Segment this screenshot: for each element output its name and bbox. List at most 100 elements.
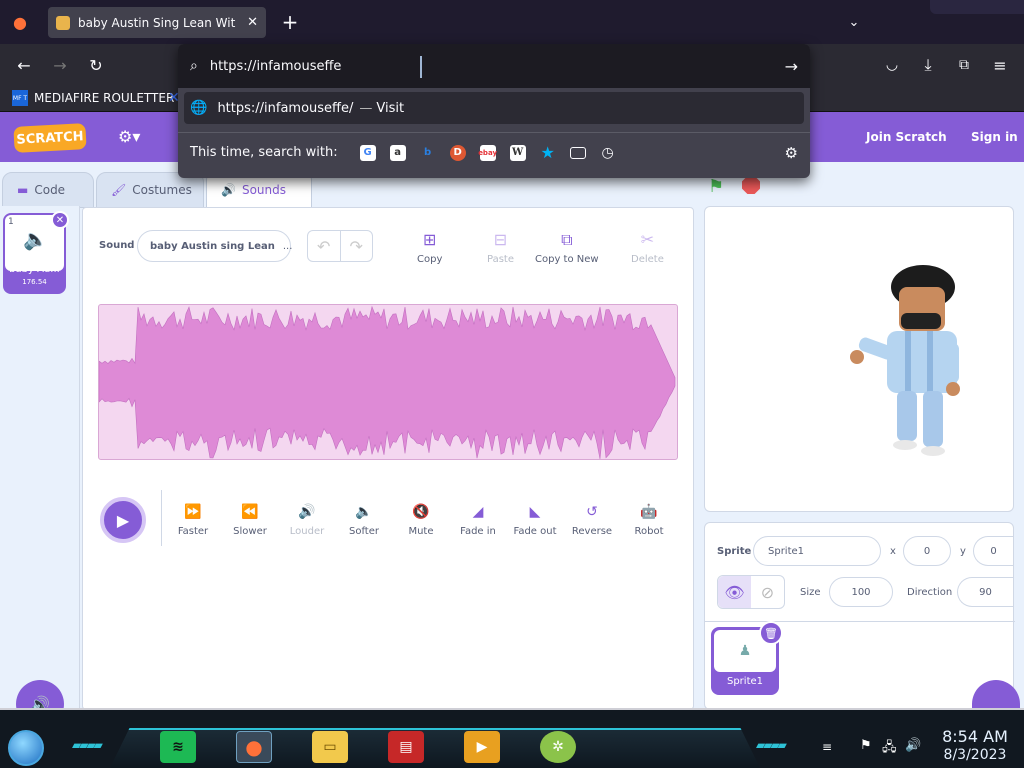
x-input[interactable]: 0	[903, 536, 951, 566]
louder-button[interactable]: 🔊 Louder	[279, 504, 335, 537]
direction-input[interactable]: 90	[957, 577, 1013, 607]
code-icon: ▬	[17, 183, 29, 197]
flag-icon[interactable]: ⚑	[860, 738, 872, 753]
lime-app-icon[interactable]: ✲	[540, 731, 576, 763]
tab-favicon-icon	[56, 15, 70, 30]
tabs-icon[interactable]	[569, 146, 586, 159]
softer-icon: 🔈	[355, 504, 373, 520]
copy-label: Copy	[417, 254, 443, 265]
sprite-divider	[705, 621, 1015, 622]
reverse-button[interactable]: ↺ Reverse	[564, 504, 620, 537]
google-icon[interactable]: G	[359, 144, 376, 161]
softer-button[interactable]: 🔈 Softer	[336, 504, 392, 537]
copy-button[interactable]: ⊞ Copy	[417, 230, 442, 265]
faster-button[interactable]: ⏩ Faster	[165, 504, 221, 537]
taskbar-bars-icon[interactable]: ≡	[822, 740, 832, 754]
ebay-icon[interactable]: ebay	[478, 144, 497, 161]
fade-out-label: Fade out	[513, 526, 557, 537]
url-suggestion[interactable]: 🌐 https://infamouseffe/ — Visit	[184, 92, 804, 124]
redo-icon[interactable]: ↷	[341, 231, 373, 261]
sound-name-input[interactable]: baby Austin sing Lean ...	[137, 230, 292, 262]
play-icon: ▶	[116, 510, 130, 530]
play-button[interactable]: ▶	[100, 497, 146, 543]
delete-button[interactable]: ✂ Delete	[631, 230, 664, 265]
new-tab-icon[interactable]: +	[276, 8, 304, 36]
fade-in-button[interactable]: ◢ Fade in	[450, 504, 506, 537]
clock[interactable]: 8:54 AM 8/3/2023	[930, 728, 1020, 768]
show-eye-icon[interactable]: 👁	[718, 576, 751, 608]
undo-icon[interactable]: ↶	[308, 231, 341, 261]
back-icon[interactable]: ←	[10, 51, 38, 79]
copy-to-new-label: Copy to New	[535, 254, 599, 265]
sprite-name-input[interactable]: Sprite1	[753, 536, 881, 566]
hide-eye-icon[interactable]: ⊘	[751, 576, 784, 608]
sprite-tile[interactable]: ♟ Sprite1 🗑	[711, 621, 783, 695]
y-label: y	[960, 546, 966, 557]
news-icon[interactable]: ▤	[388, 731, 424, 763]
sound-tile[interactable]: 1 🔈 baby Au... 176.54 ✕	[3, 211, 69, 294]
stop-icon[interactable]	[742, 176, 760, 194]
mute-icon: 🔇	[412, 504, 430, 520]
bing-icon[interactable]: b	[420, 145, 436, 161]
bookmark-mediafire[interactable]: MF T MEDIAFIRE ROULETTER	[12, 90, 174, 106]
search-settings-gear-icon[interactable]: ⚙	[785, 144, 798, 162]
history-icon[interactable]: ◷	[600, 145, 616, 161]
close-tab-icon[interactable]: ✕	[247, 15, 258, 30]
file-explorer-icon[interactable]: ▭	[312, 731, 348, 763]
bookmarks-star-icon[interactable]: ★	[540, 143, 556, 162]
menu-icon[interactable]: ≡	[986, 51, 1014, 79]
join-scratch-link[interactable]: Join Scratch	[866, 130, 947, 144]
firefox-taskbar-icon[interactable]: ●	[236, 731, 272, 763]
stage[interactable]	[704, 206, 1014, 512]
start-button[interactable]	[8, 730, 44, 766]
sprite-info-panel: Sprite Sprite1 x 0 y 0 👁 ⊘ Size 100 Dire…	[704, 522, 1015, 710]
amazon-icon[interactable]: a	[389, 144, 406, 161]
text-cursor	[420, 56, 422, 78]
volume-icon[interactable]: 🔊	[905, 738, 921, 753]
green-flag-icon[interactable]: ⚑	[708, 176, 724, 197]
delete-sound-icon[interactable]: ✕	[51, 211, 69, 229]
reload-icon[interactable]: ↻	[82, 51, 110, 79]
mute-button[interactable]: 🔇 Mute	[393, 504, 449, 537]
go-arrow-icon[interactable]: →	[785, 57, 798, 76]
sign-in-link[interactable]: Sign in	[971, 130, 1018, 144]
duckduckgo-icon[interactable]: D	[449, 144, 466, 161]
y-input[interactable]: 0	[973, 536, 1013, 566]
wikipedia-icon[interactable]: W	[509, 144, 526, 161]
url-input[interactable]: https://infamouseffe	[210, 59, 785, 74]
waveform[interactable]	[98, 304, 678, 460]
spotify-icon[interactable]: ≋	[160, 731, 196, 763]
louder-label: Louder	[289, 526, 325, 537]
sound-tile-duration: 176.54	[22, 278, 47, 286]
clock-date: 8/3/2023	[943, 747, 1007, 763]
settings-gear-icon[interactable]: ⚙▾	[118, 127, 140, 146]
robot-button[interactable]: 🤖 Robot	[621, 504, 677, 537]
size-input[interactable]: 100	[829, 577, 893, 607]
url-bar[interactable]: ⌕ https://infamouseffe →	[178, 44, 810, 88]
reverse-label: Reverse	[571, 526, 613, 537]
forward-icon[interactable]: →	[46, 51, 74, 79]
fade-out-icon: ◣	[529, 504, 541, 520]
pocket-icon[interactable]: ◡	[878, 51, 906, 79]
firefox-icon[interactable]: ●	[6, 8, 34, 36]
browser-tab[interactable]: baby Austin Sing Lean Wit Me c ✕	[48, 7, 266, 38]
paste-button[interactable]: ⊟ Paste	[487, 230, 514, 265]
slower-icon: ⏪	[241, 504, 259, 520]
network-icon[interactable]: 🖧	[882, 738, 897, 760]
sound-index: 1	[8, 217, 14, 227]
faster-label: Faster	[177, 526, 209, 537]
fade-out-button[interactable]: ◣ Fade out	[507, 504, 563, 537]
slower-button[interactable]: ⏪ Slower	[222, 504, 278, 537]
mute-label: Mute	[408, 526, 434, 537]
scratch-logo[interactable]: SCRATCH	[13, 123, 87, 153]
delete-sprite-icon[interactable]: 🗑	[759, 621, 783, 645]
globe-icon: 🌐	[190, 100, 208, 116]
suggestion-action: Visit	[376, 100, 405, 116]
copy-to-new-button[interactable]: ⧉ Copy to New	[535, 230, 599, 265]
downloads-icon[interactable]: ⤓	[914, 51, 942, 79]
tab-code[interactable]: ▬ Code	[2, 172, 94, 208]
media-player-icon[interactable]: ▶	[464, 731, 500, 763]
list-tabs-icon[interactable]: ⌄	[840, 8, 868, 36]
extensions-icon[interactable]: ⧉	[950, 51, 978, 79]
tab-sounds-label: Sounds	[241, 182, 286, 197]
